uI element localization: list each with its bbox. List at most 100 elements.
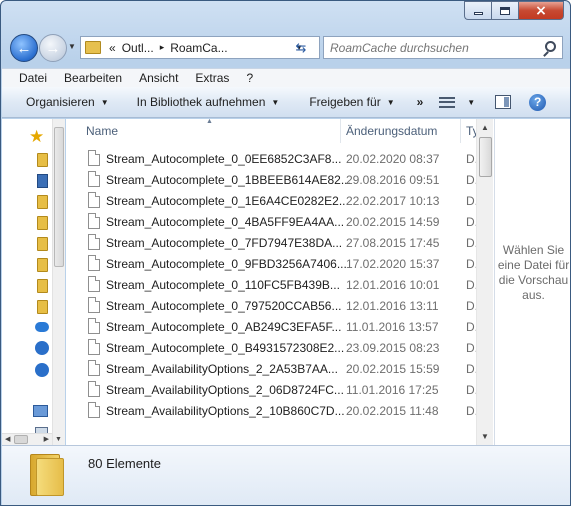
file-name[interactable]: Stream_Autocomplete_0_7FD7947E38DA... [106, 236, 342, 250]
search-input[interactable] [330, 40, 535, 55]
scroll-down-icon[interactable]: ▼ [55, 436, 62, 443]
table-row[interactable]: Stream_AvailabilityOptions_2_2A53B7AA...… [66, 358, 476, 379]
table-row[interactable]: Stream_Autocomplete_0_9FBD3256A7406... 17… [66, 253, 476, 274]
scrollbar-thumb[interactable] [54, 127, 64, 267]
scrollbar-thumb[interactable] [14, 435, 28, 444]
file-name[interactable]: Stream_Autocomplete_0_110FC5FB439B... [106, 278, 340, 292]
more-commands-button[interactable]: » [417, 95, 424, 109]
scroll-left-icon[interactable]: ◀ [5, 435, 10, 443]
file-date: 12.01.2016 13:11 [346, 298, 439, 313]
table-row[interactable]: Stream_Autocomplete_0_B4931572308E2... 23… [66, 337, 476, 358]
menu-bar: Datei Bearbeiten Ansicht Extras ? [2, 68, 570, 87]
file-name[interactable]: Stream_AvailabilityOptions_2_06D8724FC..… [106, 383, 344, 397]
file-name[interactable]: Stream_Autocomplete_0_797520CCAB56... [106, 299, 341, 313]
organize-label: Organisieren [26, 95, 95, 109]
file-name[interactable]: Stream_Autocomplete_0_1E6A4CE0282E2... [106, 194, 349, 208]
table-row[interactable]: Stream_Autocomplete_0_4BA5FF9EA4AA... 20.… [66, 211, 476, 232]
file-type: D. [466, 172, 476, 187]
search-box[interactable] [323, 36, 563, 59]
close-button[interactable]: × [518, 1, 564, 20]
file-type: D. [466, 277, 476, 292]
scroll-down-icon[interactable]: ▼ [481, 432, 489, 441]
table-row[interactable]: Stream_Autocomplete_0_7FD7947E38DA... 27.… [66, 232, 476, 253]
folder-icon[interactable] [37, 279, 48, 293]
computer-icon[interactable] [33, 405, 48, 417]
navigation-pane: ★ ▼ ◀ ▶ [2, 119, 65, 445]
organize-button[interactable]: Organisieren ▼ [26, 95, 109, 109]
menu-file[interactable]: Datei [19, 71, 47, 85]
navigation-pane-hscrollbar[interactable]: ◀ ▶ [2, 433, 52, 445]
chevron-right-icon[interactable]: ▸ [160, 42, 165, 53]
file-name[interactable]: Stream_Autocomplete_0_9FBD3256A7406... [106, 257, 347, 271]
preview-pane-toggle-icon[interactable] [495, 95, 512, 109]
share-with-label: Freigeben für [309, 95, 381, 109]
file-name[interactable]: Stream_Autocomplete_0_0EE6852C3AF8... [106, 152, 341, 166]
breadcrumb-overflow[interactable]: « [109, 41, 116, 55]
table-row[interactable]: Stream_Autocomplete_0_AB249C3EFA5F... 11.… [66, 316, 476, 337]
file-icon [88, 234, 100, 250]
table-row[interactable]: Stream_Autocomplete_0_110FC5FB439B... 12.… [66, 274, 476, 295]
onedrive-cloud-icon[interactable] [35, 322, 49, 332]
folder-icon[interactable] [37, 258, 48, 272]
folder-icon[interactable] [37, 237, 48, 251]
refresh-button[interactable]: ⇆ [290, 37, 312, 58]
menu-edit[interactable]: Bearbeiten [64, 71, 122, 85]
folder-icon[interactable] [37, 153, 48, 167]
column-header-date[interactable]: Änderungsdatum [346, 124, 437, 138]
desktop-icon[interactable] [37, 174, 48, 188]
file-icon [88, 171, 100, 187]
file-type: D. [466, 382, 476, 397]
table-row[interactable]: Stream_AvailabilityOptions_2_06D8724FC..… [66, 379, 476, 400]
include-in-library-button[interactable]: In Bibliothek aufnehmen ▼ [137, 95, 280, 109]
favorites-star-icon[interactable]: ★ [29, 127, 44, 147]
maximize-button[interactable] [491, 1, 518, 20]
scroll-right-icon[interactable]: ▶ [44, 435, 49, 443]
table-row[interactable]: Stream_Autocomplete_0_0EE6852C3AF8... 20.… [66, 148, 476, 169]
help-icon[interactable]: ? [529, 93, 547, 111]
address-bar[interactable]: « Outl... ▸ RoamCa... ▼ [80, 36, 320, 59]
share-with-button[interactable]: Freigeben für ▼ [309, 95, 394, 109]
file-name[interactable]: Stream_Autocomplete_0_AB249C3EFA5F... [106, 320, 341, 334]
search-icon[interactable] [545, 41, 556, 52]
scrollbar-thumb[interactable] [479, 137, 492, 177]
scroll-up-icon[interactable]: ▲ [481, 123, 489, 132]
table-row[interactable]: Stream_Autocomplete_0_1E6A4CE0282E2... 22… [66, 190, 476, 211]
menu-help[interactable]: ? [246, 71, 253, 85]
column-header-name[interactable]: Name [86, 124, 118, 138]
menu-view[interactable]: Ansicht [139, 71, 178, 85]
file-type: D. [466, 340, 476, 355]
back-button[interactable]: ← [10, 34, 38, 62]
file-name[interactable]: Stream_AvailabilityOptions_2_2A53B7AA... [106, 362, 338, 376]
chevron-down-icon: ▼ [386, 97, 395, 107]
navigation-pane-scrollbar[interactable]: ▼ [52, 119, 65, 445]
file-type: D. [466, 151, 476, 166]
column-header-row: ▲ Name Änderungsdatum Ty [66, 118, 476, 143]
view-options-button[interactable]: ▼ [439, 96, 475, 108]
breadcrumb-item-outlook[interactable]: Outl... [122, 41, 154, 55]
network-share-icon[interactable] [35, 363, 49, 377]
column-header-type[interactable]: Ty [466, 124, 476, 138]
table-row[interactable]: Stream_AvailabilityOptions_2_10B860C7D..… [66, 400, 476, 421]
table-row[interactable]: Stream_Autocomplete_0_797520CCAB56... 12.… [66, 295, 476, 316]
file-icon [88, 213, 100, 229]
minimize-button[interactable] [464, 1, 491, 20]
forward-button[interactable]: → [39, 34, 67, 62]
file-name[interactable]: Stream_Autocomplete_0_B4931572308E2... [106, 341, 344, 355]
folder-icon[interactable] [37, 300, 48, 314]
menu-tools[interactable]: Extras [195, 71, 229, 85]
column-divider[interactable] [460, 119, 461, 143]
file-name[interactable]: Stream_Autocomplete_0_4BA5FF9EA4AA... [106, 215, 344, 229]
column-divider[interactable] [340, 119, 341, 143]
file-icon [88, 339, 100, 355]
folder-icon[interactable] [37, 216, 48, 230]
folder-icon[interactable] [37, 195, 48, 209]
table-row[interactable]: Stream_Autocomplete_0_1BBEEB614AE82... 29… [66, 169, 476, 190]
file-name[interactable]: Stream_AvailabilityOptions_2_10B860C7D..… [106, 404, 345, 418]
breadcrumb-item-roamcache[interactable]: RoamCa... [170, 41, 227, 55]
view-details-icon [439, 96, 456, 108]
caption-buttons: × [464, 1, 564, 20]
recent-pages-dropdown[interactable]: ▼ [68, 42, 76, 51]
file-list-scrollbar[interactable]: ▲ ▼ [476, 119, 493, 445]
network-share-icon[interactable] [35, 341, 49, 355]
file-name[interactable]: Stream_Autocomplete_0_1BBEEB614AE82... [106, 173, 351, 187]
